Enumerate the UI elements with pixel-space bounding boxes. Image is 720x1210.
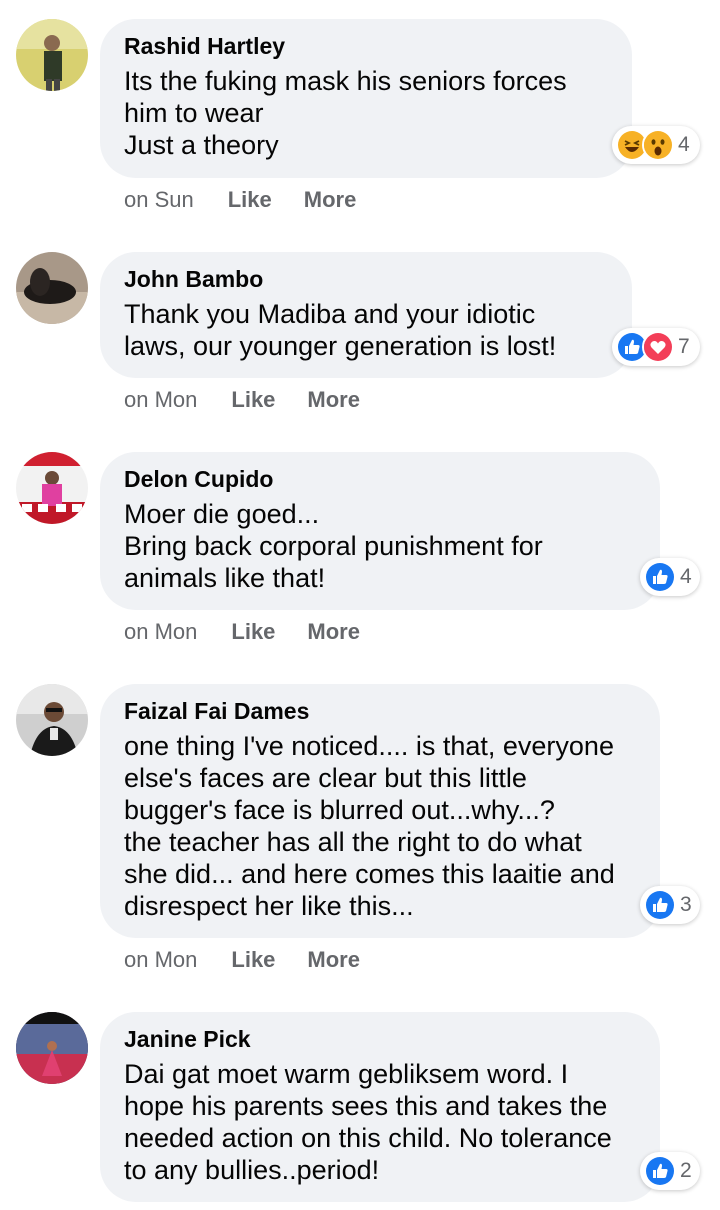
- like-button[interactable]: Like: [231, 619, 275, 645]
- comment-timestamp[interactable]: on Mon: [124, 947, 197, 973]
- comment-text: Thank you Madiba and your idiotic laws, …: [124, 299, 557, 361]
- avatar[interactable]: [16, 19, 88, 91]
- comment-actions: on Mon Like More: [124, 947, 392, 973]
- comment-bubble: John Bambo Thank you Madiba and your idi…: [100, 252, 632, 378]
- comment-author[interactable]: Janine Pick: [124, 1024, 636, 1054]
- reaction-count: 4: [678, 133, 690, 156]
- comment-bubble: Delon Cupido Moer die goed... Bring back…: [100, 452, 660, 610]
- reactions-summary[interactable]: 3: [640, 886, 700, 924]
- avatar[interactable]: [16, 1012, 88, 1084]
- comment-bubble: Janine Pick Dai gat moet warm gebliksem …: [100, 1012, 660, 1202]
- comment-author[interactable]: Rashid Hartley: [124, 31, 608, 61]
- reaction-count: 7: [678, 335, 690, 358]
- like-button[interactable]: Like: [231, 387, 275, 413]
- avatar[interactable]: [16, 452, 88, 524]
- comment-text: Moer die goed... Bring back corporal pun…: [124, 499, 543, 593]
- avatar[interactable]: [16, 252, 88, 324]
- more-button[interactable]: More: [307, 387, 360, 413]
- more-button[interactable]: More: [307, 619, 360, 645]
- like-icon: [644, 561, 676, 593]
- comment-bubble: Rashid Hartley Its the fuking mask his s…: [100, 19, 632, 178]
- avatar[interactable]: [16, 684, 88, 756]
- comment-bubble: Faizal Fai Dames one thing I've noticed.…: [100, 684, 660, 938]
- reaction-count: 2: [680, 1159, 692, 1182]
- comment-timestamp[interactable]: on Sun: [124, 187, 194, 213]
- reactions-summary[interactable]: 4: [612, 126, 700, 164]
- love-icon: [642, 331, 674, 363]
- reactions-summary[interactable]: 2: [640, 1152, 700, 1190]
- comment-text: Its the fuking mask his seniors forces h…: [124, 66, 567, 160]
- comment-text: Dai gat moet warm gebliksem word. I hope…: [124, 1059, 612, 1185]
- reactions-summary[interactable]: 7: [612, 328, 700, 366]
- more-button[interactable]: More: [304, 187, 357, 213]
- comment-text: one thing I've noticed.... is that, ever…: [124, 731, 615, 921]
- like-icon: [644, 889, 676, 921]
- more-button[interactable]: More: [307, 947, 360, 973]
- reaction-count: 3: [680, 893, 692, 916]
- comment-author[interactable]: John Bambo: [124, 264, 608, 294]
- comment-author[interactable]: Delon Cupido: [124, 464, 636, 494]
- comment-actions: on Sun Like More: [124, 187, 388, 213]
- comment-author[interactable]: Faizal Fai Dames: [124, 696, 636, 726]
- like-button[interactable]: Like: [228, 187, 272, 213]
- comment-timestamp[interactable]: on Mon: [124, 619, 197, 645]
- comment-timestamp[interactable]: on Mon: [124, 387, 197, 413]
- comment-actions: on Mon Like More: [124, 387, 392, 413]
- wow-icon: [642, 129, 674, 161]
- like-button[interactable]: Like: [231, 947, 275, 973]
- comment-actions: on Mon Like More: [124, 619, 392, 645]
- like-icon: [644, 1155, 676, 1187]
- reactions-summary[interactable]: 4: [640, 558, 700, 596]
- reaction-count: 4: [680, 565, 692, 588]
